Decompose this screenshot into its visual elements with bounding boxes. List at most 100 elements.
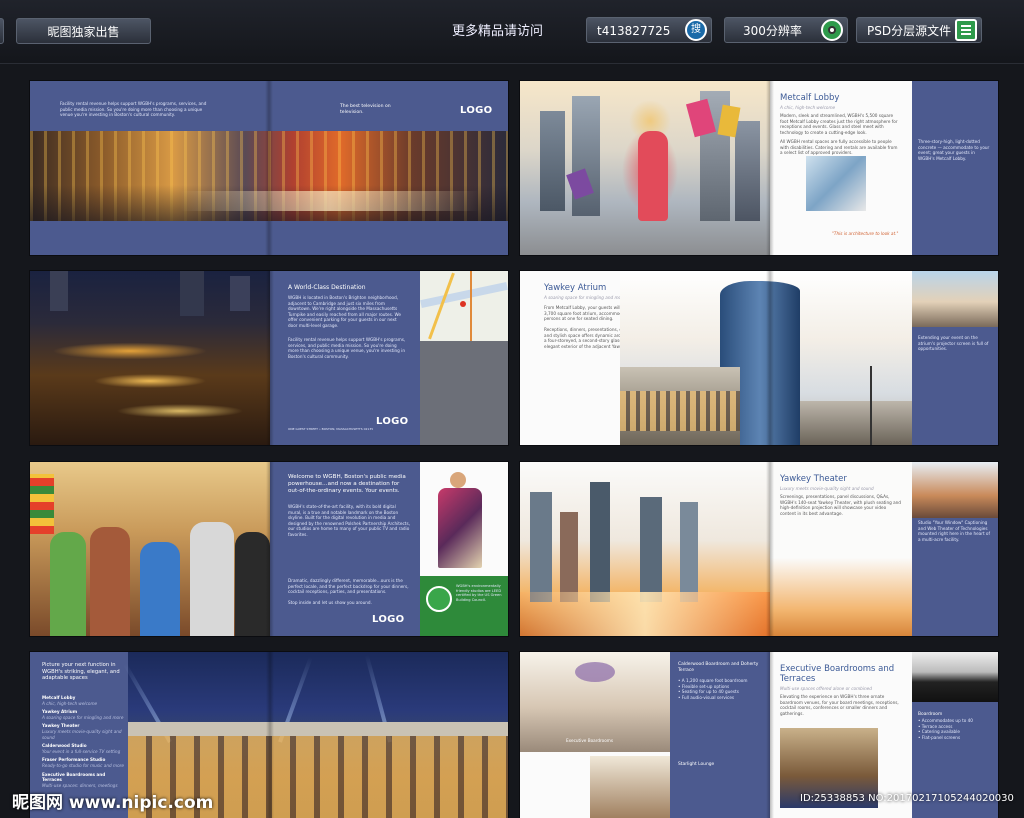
- boardroom-list-page: Calderwood Boardroom and Doherty Terrace…: [670, 652, 770, 818]
- psd-label: PSD分层源文件: [867, 24, 952, 38]
- green-badge: WGBH's environmentally friendly studios …: [420, 576, 508, 636]
- photo-caption: Executive Boardrooms: [566, 738, 614, 743]
- intro-text: Facility rental revenue helps support WG…: [60, 101, 207, 118]
- metcalf-side-page: Three-story-high, light-dotted concrete …: [912, 81, 998, 255]
- body-text-2: Facility rental revenue helps support WG…: [288, 337, 406, 359]
- brochure-spread-4[interactable]: Yawkey Atrium A soaring space for mingli…: [520, 271, 998, 445]
- fashion-model-photo: [420, 462, 508, 576]
- theater-side-page: Studio "Your Window" Captioning and Web …: [912, 462, 998, 636]
- destination-page: A World-Class Destination WGBH is locate…: [270, 271, 420, 445]
- side-text: Extending your event on the atrium's pro…: [918, 335, 989, 352]
- body-text-2: Dramatic, dazzlingly different, memorabl…: [288, 578, 409, 595]
- body-text: WGBH's state-of-the-art facility, with i…: [288, 504, 410, 537]
- address-text: ONE GUEST STREET • BOSTON, MASSACHUSETTS…: [288, 427, 374, 431]
- body-text: Elevating the experience on WGBH's three…: [780, 694, 899, 716]
- resolution-button[interactable]: 300分辨率: [724, 17, 848, 43]
- page-fold: [766, 271, 774, 445]
- section-title: Calderwood Boardroom and Doherty Terrace: [678, 662, 759, 673]
- highway-night-photo: [30, 271, 270, 445]
- side-text: Three-story-high, light-dotted concrete …: [918, 139, 990, 161]
- page-fold: [766, 462, 774, 636]
- badge-text: WGBH's environmentally friendly studios …: [456, 584, 502, 602]
- lobby-photo: [806, 156, 866, 211]
- top-banner: 昵图独家出售 更多精品请访问 t413827725 搜 300分辨率 PSD分层…: [0, 0, 1024, 64]
- side-text: Studio "Your Window" Captioning and Web …: [918, 520, 990, 542]
- group-photo: [912, 652, 998, 702]
- brochure-spread-3[interactable]: A World-Class Destination WGBH is locate…: [30, 271, 508, 445]
- side-bullets: • Accommodates up to 40 • Terrace access •…: [918, 718, 992, 740]
- body-text: Screenings, presentations, panel discuss…: [780, 494, 901, 516]
- tagline: The best television on television.: [340, 104, 391, 115]
- space-desc: A soaring space for mingling and more: [42, 714, 124, 720]
- section-title: Executive Boardrooms and Terraces: [780, 664, 895, 684]
- page-fold: [266, 652, 274, 818]
- metcalf-lobby-page: Metcalf Lobby A chic, high-tech welcome …: [770, 81, 912, 255]
- section-subtitle: A chic, high-tech welcome: [780, 105, 836, 110]
- mall-interior-photo: [520, 652, 670, 752]
- space-desc: Ready-to-go studio for music and more: [42, 762, 124, 768]
- brand-logo: LOGO: [376, 416, 409, 427]
- brochure-spread-2[interactable]: Metcalf Lobby A chic, high-tech welcome …: [520, 81, 998, 255]
- bullet-item: • Flat-panel screens: [918, 734, 961, 740]
- skyline-sunset-photo: [520, 462, 770, 636]
- site-watermark: 昵图网 www.nipic.com: [12, 793, 214, 813]
- boardroom-photo-page: Executive Boardrooms: [520, 652, 670, 818]
- page-fold: [265, 81, 273, 255]
- section-heading: Starlight Lounge: [678, 762, 715, 767]
- body-text-2: All WGBH rental spaces are fully accessi…: [780, 139, 898, 156]
- page-fold: [766, 652, 774, 818]
- section-title: Metcalf Lobby: [780, 93, 840, 103]
- section-subtitle: Multi-use spaces offered alone or combin…: [780, 686, 872, 691]
- yawkey-theater-page: Yawkey Theater Luxury meets movie-qualit…: [770, 462, 912, 636]
- page-fold: [266, 462, 274, 636]
- leed-seal-icon: [426, 586, 452, 612]
- towers-photo: [590, 756, 670, 818]
- more-visit-text: 更多精品请访问: [452, 24, 544, 39]
- body-text: WGBH is located in Boston's Brighton nei…: [288, 295, 401, 328]
- body-text-3: Stop inside and let us show you around.: [288, 600, 372, 605]
- space-desc: Your event in a full-service TV setting: [42, 748, 121, 754]
- page-fold: [266, 271, 274, 445]
- section-title: Yawkey Atrium: [544, 283, 607, 293]
- brand-logo: LOGO: [372, 614, 405, 625]
- atrium-side-page: Extending your event on the atrium's pro…: [912, 271, 998, 445]
- exclusive-sale-button[interactable]: [0, 18, 4, 44]
- street-light-trails: [180, 191, 480, 211]
- page-fold: [766, 81, 774, 255]
- brochure-spread-1[interactable]: Facility rental revenue helps support WG…: [30, 81, 508, 255]
- qq-number: t413827725: [597, 24, 671, 38]
- welcome-page: Welcome to WGBH, Boston's public media p…: [270, 462, 420, 636]
- map-side-panel: [420, 341, 508, 445]
- psd-file-button[interactable]: PSD分层源文件: [856, 17, 982, 43]
- brochure-spread-6[interactable]: Yawkey Theater Luxury meets movie-qualit…: [520, 462, 998, 636]
- space-name: Executive Boardrooms and Terraces: [42, 771, 106, 783]
- section-title: Yawkey Theater: [780, 474, 847, 484]
- exclusive-sale-label: 昵图独家出售: [47, 25, 120, 39]
- search-icon[interactable]: 搜: [685, 19, 707, 41]
- shopping-woman-photo: [520, 81, 770, 255]
- quote-text: "This is architecture to look at.": [832, 231, 899, 236]
- section-subtitle: Luxury meets movie-quality sight and sou…: [780, 486, 874, 491]
- body-text: Modern, sleek and streamlined, WGBH's 5,…: [780, 113, 898, 135]
- building-photo: [912, 462, 998, 518]
- yawkey-atrium-page: Yawkey Atrium A soaring space for mingli…: [520, 271, 664, 445]
- document-icon: [955, 19, 977, 41]
- search-label: 搜: [691, 24, 701, 35]
- qq-search-button[interactable]: t413827725 搜: [586, 17, 712, 43]
- location-map: [420, 271, 508, 341]
- space-desc: Luxury meets movie-quality sight and sou…: [42, 728, 122, 740]
- street-photo: [912, 271, 998, 327]
- space-desc: A chic, high-tech welcome: [42, 700, 98, 706]
- brand-logo: LOGO: [460, 105, 493, 116]
- exclusive-sale-button[interactable]: 昵图独家出售: [16, 18, 151, 44]
- section-title: Welcome to WGBH, Boston's public media p…: [288, 474, 406, 494]
- resolution-label: 300分辨率: [743, 24, 802, 38]
- section-title: Picture your next function in WGBH's str…: [42, 662, 120, 682]
- bullet-item: • Full audio-visual services: [678, 694, 735, 700]
- brochure-spread-5[interactable]: Welcome to WGBH, Boston's public media p…: [30, 462, 508, 636]
- spaces-list: Metcalf Lobby A chic, high-tech welcome Ya…: [42, 692, 126, 788]
- camera-lens-icon: [821, 19, 843, 41]
- id-watermark: ID:25338853 NO:20170217105244020030: [800, 793, 1014, 804]
- bullets-list: • A 1,200 square foot boardroom • Flexibl…: [678, 678, 766, 700]
- happy-group-photo: [30, 462, 270, 636]
